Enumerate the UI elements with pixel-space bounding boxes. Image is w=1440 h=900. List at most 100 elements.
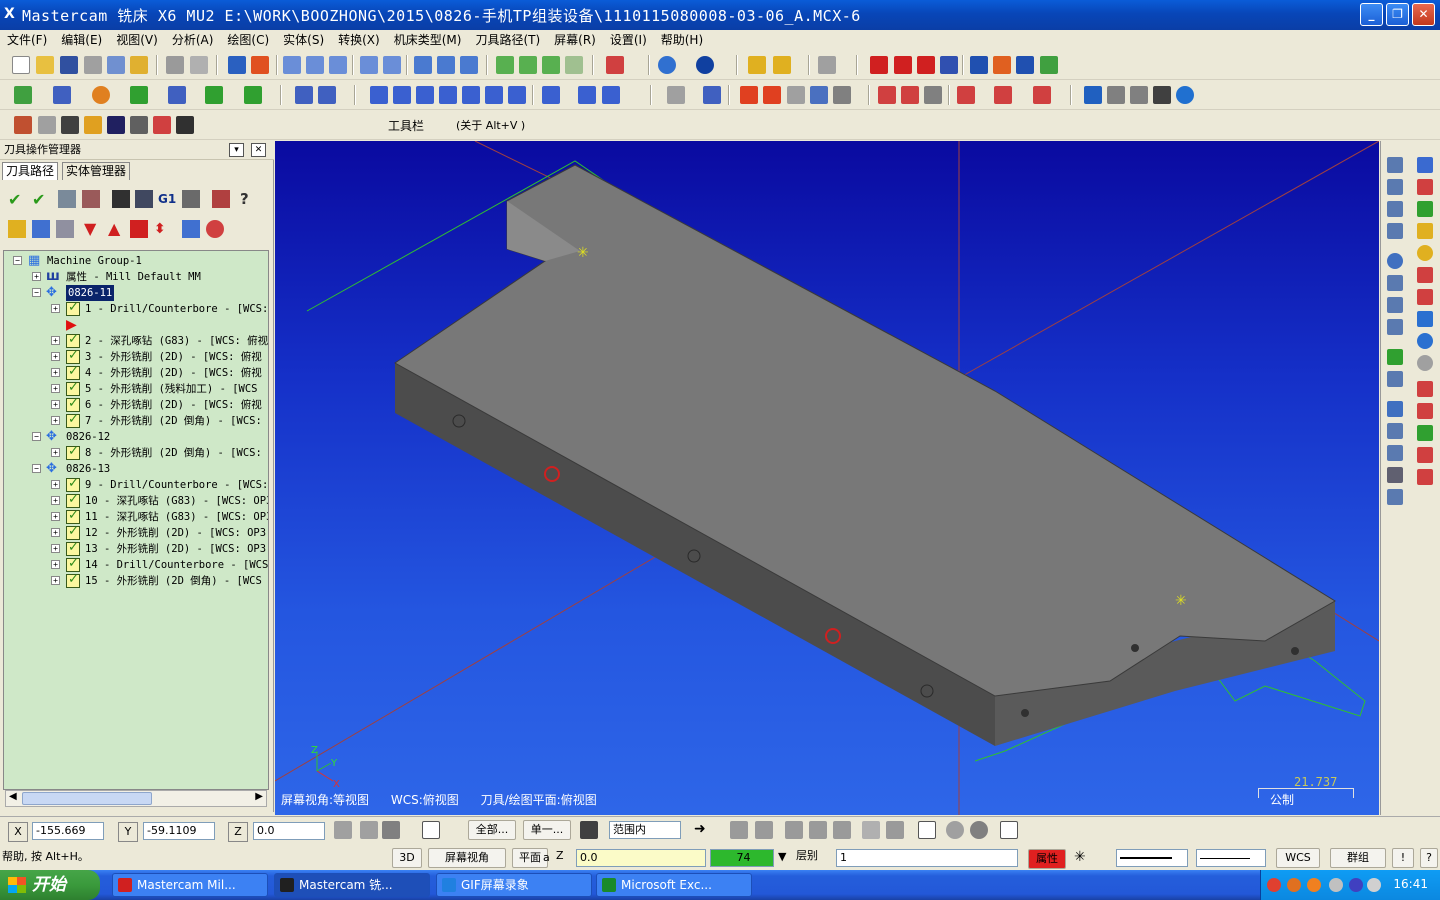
camera-icon[interactable] xyxy=(130,116,148,134)
tree-op[interactable]: +14 - Drill/Counterbore - [WCS: xyxy=(4,556,268,573)
rect-icon[interactable] xyxy=(130,86,148,104)
redo-icon[interactable] xyxy=(190,56,208,74)
toggle-display-icon[interactable] xyxy=(32,220,50,238)
xform-project-icon[interactable] xyxy=(508,86,526,104)
image-icon[interactable] xyxy=(107,116,125,134)
regen-dirty-icon[interactable] xyxy=(82,190,100,208)
help-icon[interactable]: ? xyxy=(240,190,258,208)
menu-edit[interactable]: 编辑(E) xyxy=(54,30,109,50)
xform-translate-icon[interactable] xyxy=(370,86,388,104)
x-logo-icon[interactable] xyxy=(176,116,194,134)
scroll-left-icon[interactable]: ◀ xyxy=(9,791,17,802)
backplot-icon[interactable] xyxy=(112,190,130,208)
rb-tool-23-icon[interactable] xyxy=(1417,403,1433,419)
expand-icon[interactable] xyxy=(703,86,721,104)
attributes-button[interactable]: 属性 xyxy=(1028,849,1066,869)
rb-tool-22-icon[interactable] xyxy=(1387,401,1403,417)
stock-icon[interactable] xyxy=(957,86,975,104)
rb-tool-17-icon[interactable] xyxy=(1417,333,1433,349)
regen-icon[interactable] xyxy=(58,190,76,208)
tree-op[interactable]: +4 - 外形铣削 (2D) - [WCS: 俯视 xyxy=(4,364,266,381)
select-shape-6-icon[interactable] xyxy=(886,821,904,839)
fillet-icon[interactable] xyxy=(168,86,186,104)
select-shape-3-icon[interactable] xyxy=(809,821,827,839)
autocursor-icon[interactable] xyxy=(334,821,352,839)
tree-op[interactable]: +1 - Drill/Counterbore - [WCS: xyxy=(4,300,268,317)
firefox-tray-icon[interactable] xyxy=(1307,878,1321,892)
globe-icon[interactable] xyxy=(1176,86,1194,104)
trim-icon[interactable] xyxy=(295,86,313,104)
planes-icon[interactable] xyxy=(658,56,676,74)
xform-rotate-icon[interactable] xyxy=(393,86,411,104)
z-coordinate-field[interactable]: 0.0 xyxy=(253,822,325,840)
color-dropdown-icon[interactable]: ▼ xyxy=(778,848,786,866)
task-gif-recorder[interactable]: GIF屏幕录象 xyxy=(436,873,592,897)
break-icon[interactable] xyxy=(318,86,336,104)
menu-help[interactable]: 帮助(H) xyxy=(654,30,710,50)
single-select-icon[interactable] xyxy=(182,220,200,238)
menu-xform[interactable]: 转换(X) xyxy=(331,30,387,50)
menu-machine-type[interactable]: 机床类型(M) xyxy=(387,30,469,50)
rb-tool-1-icon[interactable] xyxy=(1387,157,1403,173)
network-tray-icon[interactable] xyxy=(1329,878,1343,892)
level-field[interactable]: 1 xyxy=(836,849,1018,867)
toolpath-backplot-icon[interactable] xyxy=(917,56,935,74)
select-shape-4-icon[interactable] xyxy=(833,821,851,839)
fixture-icon[interactable] xyxy=(1033,86,1051,104)
volume-tray-icon[interactable] xyxy=(1367,878,1381,892)
select-all-icon[interactable]: ✔ xyxy=(8,190,26,209)
new-file-icon[interactable] xyxy=(12,56,30,74)
xform-array-icon[interactable] xyxy=(485,86,503,104)
tree-properties[interactable]: + ш 属性 - Mill Default MM xyxy=(4,269,266,285)
excl-button[interactable]: ! xyxy=(1392,848,1414,868)
xform-offset-icon[interactable] xyxy=(462,86,480,104)
scroll-right-icon[interactable]: ▶ xyxy=(255,791,263,802)
save-icon[interactable] xyxy=(60,56,78,74)
panel-close-button[interactable]: ✕ xyxy=(251,143,266,157)
unzoom-icon[interactable] xyxy=(329,56,347,74)
arrange-icon[interactable] xyxy=(602,86,620,104)
paint2-icon[interactable] xyxy=(901,86,919,104)
point-style-icon[interactable]: ✳ xyxy=(1074,849,1092,867)
groups-button[interactable]: 群组 xyxy=(1330,848,1386,868)
line-style-select[interactable] xyxy=(1116,849,1188,867)
task-mastercam-mill[interactable]: Mastercam Mil... xyxy=(112,873,268,897)
z-depth-field[interactable]: 0.0 xyxy=(576,849,706,867)
fit-icon[interactable] xyxy=(251,56,269,74)
clear-select-icon[interactable] xyxy=(946,821,964,839)
print-icon[interactable] xyxy=(84,56,102,74)
close-button[interactable]: ✕ xyxy=(1412,3,1435,26)
level-icon[interactable] xyxy=(667,86,685,104)
view-iso-icon[interactable] xyxy=(565,56,583,74)
tree-op[interactable]: +7 - 外形铣削 (2D 倒角) - [WCS: xyxy=(4,412,266,429)
nav-icon[interactable] xyxy=(1084,86,1102,104)
tree-op[interactable]: +2 - 深孔啄钻 (G83) - [WCS: 俯视 xyxy=(4,332,268,349)
menu-analyze[interactable]: 分析(A) xyxy=(165,30,221,50)
circle-icon[interactable] xyxy=(92,86,110,104)
toolpath-verify-icon[interactable] xyxy=(894,56,912,74)
menu-screen[interactable]: 屏幕(R) xyxy=(547,30,603,50)
tree-op[interactable]: +12 - 外形铣削 (2D) - [WCS: OP3 xyxy=(4,524,266,541)
doc2-icon[interactable] xyxy=(38,116,56,134)
repaint-icon[interactable] xyxy=(228,56,246,74)
dimension-icon[interactable] xyxy=(542,86,560,104)
rb-tool-7-icon[interactable] xyxy=(1387,223,1403,239)
rb-tool-18-icon[interactable] xyxy=(1387,349,1403,365)
dim-icon[interactable] xyxy=(970,56,988,74)
rb-tool-11-icon[interactable] xyxy=(1387,275,1403,291)
y-coordinate-field[interactable]: -59.1109 xyxy=(143,822,215,840)
verify-icon[interactable] xyxy=(135,190,153,208)
select-shape-5-icon[interactable] xyxy=(862,821,880,839)
tree-op[interactable]: +10 - 深孔啄钻 (G83) - [WCS: OP3 xyxy=(4,492,268,509)
print-preview-icon[interactable] xyxy=(107,56,125,74)
doc-icon[interactable] xyxy=(1107,86,1125,104)
task-mastercam-cn[interactable]: Mastercam 铣... xyxy=(274,873,430,897)
rb-tool-20-icon[interactable] xyxy=(1387,371,1403,387)
x-coordinate-field[interactable]: -155.669 xyxy=(32,822,104,840)
scissors-icon[interactable] xyxy=(1153,86,1171,104)
tree-group-0826-12[interactable]: − ✥ 0826-12 xyxy=(4,429,266,445)
menu-solids[interactable]: 实体(S) xyxy=(276,30,331,50)
rb-tool-12-icon[interactable] xyxy=(1417,267,1433,283)
task-excel[interactable]: Microsoft Exc... xyxy=(596,873,752,897)
highlight-icon[interactable] xyxy=(206,220,224,238)
